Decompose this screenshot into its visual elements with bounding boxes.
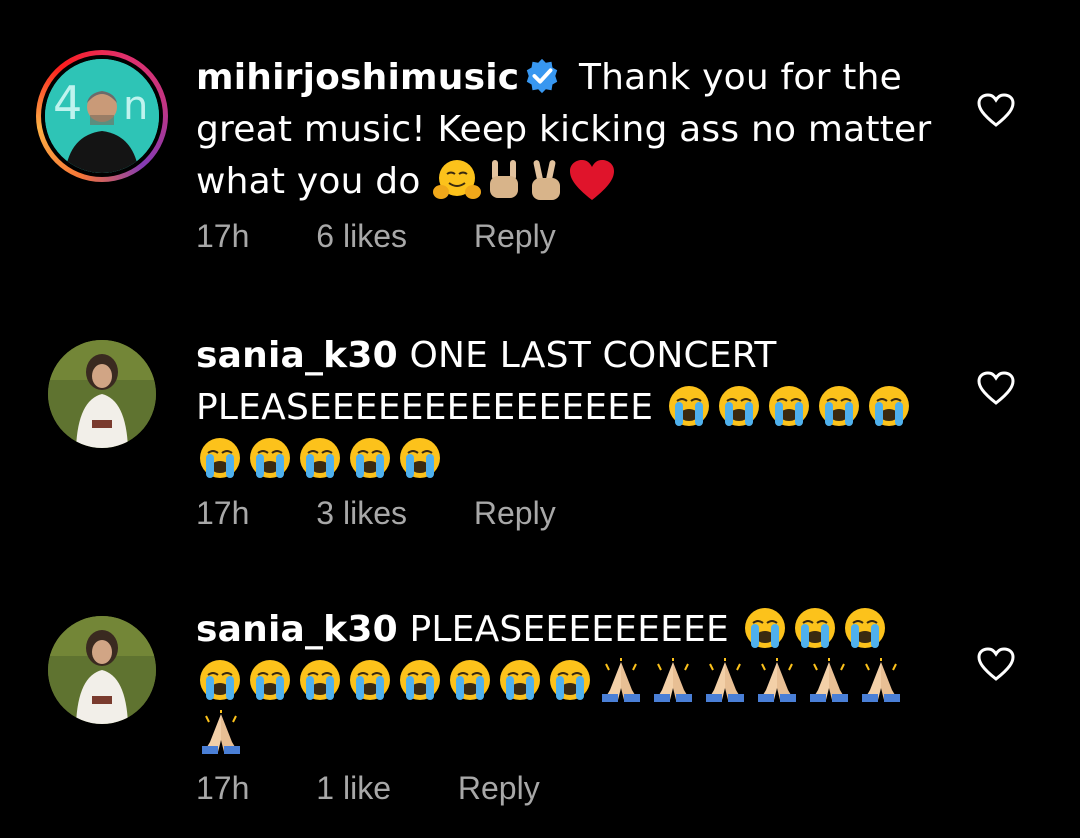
- comment-meta: 17h 3 likes Reply: [196, 495, 614, 532]
- comment-likes[interactable]: 1 like: [316, 770, 391, 807]
- folded-hands-icon: [700, 658, 750, 702]
- loudly-crying-face-icon: [791, 606, 839, 650]
- loudly-crying-face-icon: [546, 658, 594, 702]
- loudly-crying-face-icon: [496, 658, 544, 702]
- loudly-crying-face-icon: [246, 436, 294, 480]
- loudly-crying-face-icon: [446, 658, 494, 702]
- svg-text:n: n: [123, 83, 148, 129]
- loudly-crying-face-icon: [815, 384, 863, 428]
- folded-hands-icon: [648, 658, 698, 702]
- sign-of-horns-icon: [484, 158, 524, 202]
- loudly-crying-face-icon: [865, 384, 913, 428]
- reply-button[interactable]: Reply: [474, 218, 556, 255]
- like-heart-icon[interactable]: [976, 646, 1016, 682]
- red-heart-icon: [568, 158, 616, 202]
- avatar[interactable]: [48, 616, 156, 724]
- comment-text: sania_k30 PLEASEEEEEEEEE: [196, 604, 936, 760]
- verified-badge-icon: [527, 58, 558, 94]
- avatar-image: 4 n: [45, 59, 159, 173]
- loudly-crying-face-icon: [841, 606, 889, 650]
- comment-likes[interactable]: 6 likes: [316, 218, 407, 255]
- loudly-crying-face-icon: [346, 658, 394, 702]
- loudly-crying-face-icon: [741, 606, 789, 650]
- loudly-crying-face-icon: [396, 436, 444, 480]
- loudly-crying-face-icon: [296, 436, 344, 480]
- comment-username[interactable]: sania_k30: [196, 609, 398, 650]
- hugging-face-icon: [432, 158, 482, 202]
- reply-button[interactable]: Reply: [474, 495, 556, 532]
- comment-time: 17h: [196, 218, 250, 254]
- comment-text: sania_k30 ONE LAST CONCERT PLEASEEEEEEEE…: [196, 330, 936, 486]
- loudly-crying-face-icon: [246, 658, 294, 702]
- comment-time: 17h: [196, 495, 250, 531]
- loudly-crying-face-icon: [396, 658, 444, 702]
- comment-text: mihirjoshimusic Thank you for the great …: [196, 52, 936, 208]
- reply-button[interactable]: Reply: [458, 770, 540, 807]
- loudly-crying-face-icon: [715, 384, 763, 428]
- folded-hands-icon: [596, 658, 646, 702]
- loudly-crying-face-icon: [665, 384, 713, 428]
- comment-body: PLEASEEEEEEEEE: [397, 609, 741, 650]
- avatar[interactable]: [48, 340, 156, 448]
- like-heart-icon[interactable]: [976, 92, 1016, 128]
- comment-time: 17h: [196, 770, 250, 806]
- folded-hands-icon: [856, 658, 906, 702]
- like-heart-icon[interactable]: [976, 370, 1016, 406]
- loudly-crying-face-icon: [196, 658, 244, 702]
- victory-hand-icon: [526, 158, 566, 202]
- folded-hands-icon: [752, 658, 802, 702]
- comment-meta: 17h 6 likes Reply: [196, 218, 614, 255]
- comment-username[interactable]: mihirjoshimusic: [196, 57, 519, 98]
- loudly-crying-face-icon: [196, 436, 244, 480]
- folded-hands-icon: [196, 710, 246, 754]
- loudly-crying-face-icon: [765, 384, 813, 428]
- loudly-crying-face-icon: [296, 658, 344, 702]
- comment-likes[interactable]: 3 likes: [316, 495, 407, 532]
- folded-hands-icon: [804, 658, 854, 702]
- loudly-crying-face-icon: [346, 436, 394, 480]
- svg-text:4: 4: [53, 76, 82, 130]
- comment-meta: 17h 1 like Reply: [196, 770, 598, 807]
- comment-username[interactable]: sania_k30: [196, 335, 398, 376]
- avatar[interactable]: 4 n: [36, 50, 168, 182]
